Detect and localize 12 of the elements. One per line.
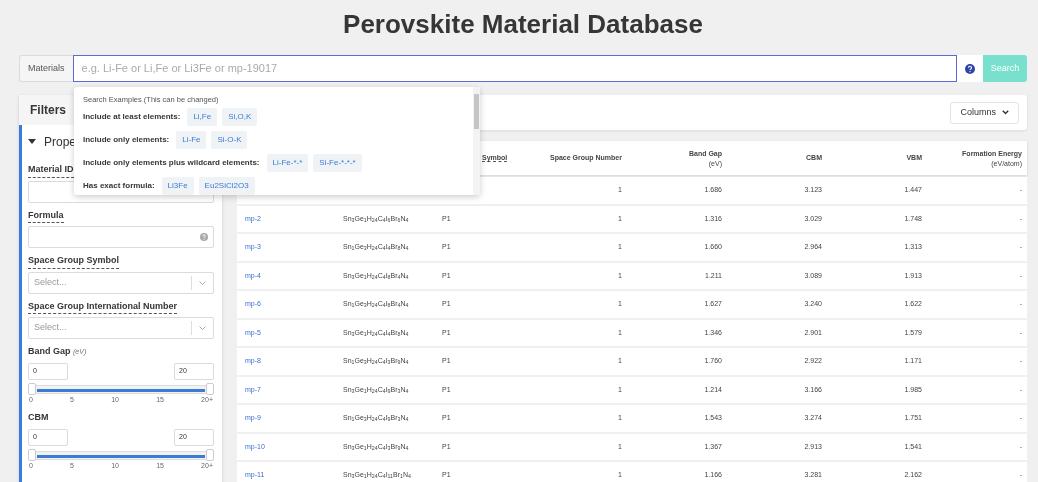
- field-label: CBM: [28, 411, 49, 424]
- field-label: Space Group Symbol: [28, 254, 120, 269]
- field-label: Space Group International Number: [28, 299, 178, 314]
- example-label: Include at least elements:: [83, 111, 181, 124]
- example-label: Include only elements:: [83, 134, 170, 147]
- field-label: Material ID: [28, 163, 74, 178]
- example-label: Has exact formula:: [83, 180, 155, 193]
- field-label: Formula: [28, 208, 64, 223]
- panel-title: Filters: [30, 102, 66, 119]
- field-label: Materials: [19, 55, 73, 82]
- example-label: Include only elements plus wildcard elements:: [83, 157, 260, 170]
- page-title: Perovskite Material Database: [342, 8, 704, 41]
